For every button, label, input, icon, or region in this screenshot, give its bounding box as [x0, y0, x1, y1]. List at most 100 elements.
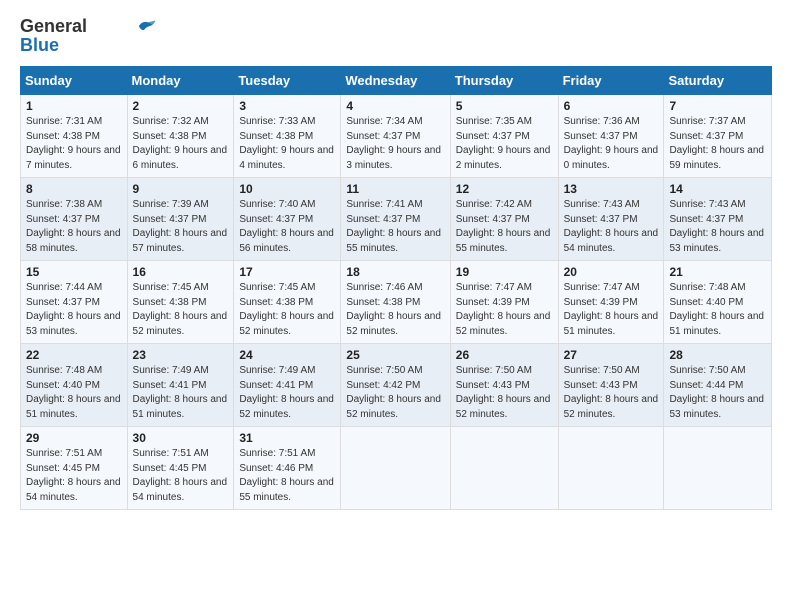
- day-number: 13: [564, 182, 659, 196]
- day-number: 6: [564, 99, 659, 113]
- day-info: Sunrise: 7:49 AMSunset: 4:41 PMDaylight:…: [239, 364, 335, 422]
- calendar-week-row: 29 Sunrise: 7:51 AMSunset: 4:45 PMDayligh…: [21, 427, 772, 510]
- day-info: Sunrise: 7:48 AMSunset: 4:40 PMDaylight:…: [26, 364, 122, 422]
- calendar-cell: 29 Sunrise: 7:51 AMSunset: 4:45 PMDayligh…: [21, 427, 128, 510]
- day-number: 12: [456, 182, 553, 196]
- calendar-cell: 28Sunrise: 7:50 AMSunset: 4:44 PMDayligh…: [664, 344, 772, 427]
- day-number: 23: [133, 348, 229, 362]
- calendar-cell: 2 Sunrise: 7:32 AMSunset: 4:38 PMDaylight…: [127, 95, 234, 178]
- day-number: 30: [133, 431, 229, 445]
- calendar-cell: 27Sunrise: 7:50 AMSunset: 4:43 PMDayligh…: [558, 344, 664, 427]
- calendar-cell: 9 Sunrise: 7:39 AMSunset: 4:37 PMDaylight…: [127, 178, 234, 261]
- logo: General Blue: [20, 16, 159, 56]
- calendar-cell: 12 Sunrise: 7:42 AMSunset: 4:37 PMDayligh…: [450, 178, 558, 261]
- calendar-week-row: 15 Sunrise: 7:44 AMSunset: 4:37 PMDayligh…: [21, 261, 772, 344]
- calendar-cell: 24Sunrise: 7:49 AMSunset: 4:41 PMDayligh…: [234, 344, 341, 427]
- day-number: 20: [564, 265, 659, 279]
- day-number: 27: [564, 348, 659, 362]
- calendar-cell: 6 Sunrise: 7:36 AMSunset: 4:37 PMDaylight…: [558, 95, 664, 178]
- day-info: Sunrise: 7:40 AMSunset: 4:37 PMDaylight:…: [239, 198, 335, 256]
- day-number: 26: [456, 348, 553, 362]
- day-info: Sunrise: 7:45 AMSunset: 4:38 PMDaylight:…: [239, 281, 335, 339]
- day-number: 11: [346, 182, 444, 196]
- calendar-cell: [450, 427, 558, 510]
- calendar-cell: 11Sunrise: 7:41 AMSunset: 4:37 PMDayligh…: [341, 178, 450, 261]
- calendar-cell: 17 Sunrise: 7:45 AMSunset: 4:38 PMDayligh…: [234, 261, 341, 344]
- day-info: Sunrise: 7:50 AMSunset: 4:43 PMDaylight:…: [456, 364, 553, 422]
- day-info: Sunrise: 7:51 AMSunset: 4:46 PMDaylight:…: [239, 447, 335, 505]
- day-number: 5: [456, 99, 553, 113]
- calendar-cell: 4 Sunrise: 7:34 AMSunset: 4:37 PMDaylight…: [341, 95, 450, 178]
- day-info: Sunrise: 7:37 AMSunset: 4:37 PMDaylight:…: [669, 115, 766, 173]
- day-number: 29: [26, 431, 122, 445]
- calendar-cell: [341, 427, 450, 510]
- day-info: Sunrise: 7:38 AMSunset: 4:37 PMDaylight:…: [26, 198, 122, 256]
- day-number: 1: [26, 99, 122, 113]
- calendar-cell: 25Sunrise: 7:50 AMSunset: 4:42 PMDayligh…: [341, 344, 450, 427]
- calendar-cell: 13Sunrise: 7:43 AMSunset: 4:37 PMDayligh…: [558, 178, 664, 261]
- day-info: Sunrise: 7:46 AMSunset: 4:38 PMDaylight:…: [346, 281, 444, 339]
- day-number: 4: [346, 99, 444, 113]
- day-number: 8: [26, 182, 122, 196]
- calendar-cell: 21 Sunrise: 7:48 AMSunset: 4:40 PMDayligh…: [664, 261, 772, 344]
- day-info: Sunrise: 7:33 AMSunset: 4:38 PMDaylight:…: [239, 115, 335, 173]
- calendar-cell: 31 Sunrise: 7:51 AMSunset: 4:46 PMDayligh…: [234, 427, 341, 510]
- calendar-cell: 19Sunrise: 7:47 AMSunset: 4:39 PMDayligh…: [450, 261, 558, 344]
- header-wednesday: Wednesday: [341, 67, 450, 95]
- day-info: Sunrise: 7:51 AMSunset: 4:45 PMDaylight:…: [133, 447, 229, 505]
- day-info: Sunrise: 7:31 AMSunset: 4:38 PMDaylight:…: [26, 115, 122, 173]
- calendar-cell: [558, 427, 664, 510]
- header-sunday: Sunday: [21, 67, 128, 95]
- calendar-cell: 23 Sunrise: 7:49 AMSunset: 4:41 PMDayligh…: [127, 344, 234, 427]
- day-number: 21: [669, 265, 766, 279]
- calendar-cell: 10 Sunrise: 7:40 AMSunset: 4:37 PMDayligh…: [234, 178, 341, 261]
- day-number: 28: [669, 348, 766, 362]
- calendar-cell: 14 Sunrise: 7:43 AMSunset: 4:37 PMDayligh…: [664, 178, 772, 261]
- calendar-cell: 3 Sunrise: 7:33 AMSunset: 4:38 PMDaylight…: [234, 95, 341, 178]
- header-friday: Friday: [558, 67, 664, 95]
- day-number: 31: [239, 431, 335, 445]
- calendar-cell: 26 Sunrise: 7:50 AMSunset: 4:43 PMDayligh…: [450, 344, 558, 427]
- day-number: 7: [669, 99, 766, 113]
- header-tuesday: Tuesday: [234, 67, 341, 95]
- calendar-cell: 1 Sunrise: 7:31 AMSunset: 4:38 PMDaylight…: [21, 95, 128, 178]
- day-info: Sunrise: 7:35 AMSunset: 4:37 PMDaylight:…: [456, 115, 553, 173]
- day-number: 22: [26, 348, 122, 362]
- calendar-cell: 22 Sunrise: 7:48 AMSunset: 4:40 PMDayligh…: [21, 344, 128, 427]
- day-number: 25: [346, 348, 444, 362]
- day-info: Sunrise: 7:42 AMSunset: 4:37 PMDaylight:…: [456, 198, 553, 256]
- calendar-cell: 5 Sunrise: 7:35 AMSunset: 4:37 PMDaylight…: [450, 95, 558, 178]
- day-number: 15: [26, 265, 122, 279]
- calendar-cell: 20 Sunrise: 7:47 AMSunset: 4:39 PMDayligh…: [558, 261, 664, 344]
- logo-bird-icon: [137, 18, 159, 34]
- day-info: Sunrise: 7:51 AMSunset: 4:45 PMDaylight:…: [26, 447, 122, 505]
- header-thursday: Thursday: [450, 67, 558, 95]
- day-number: 2: [133, 99, 229, 113]
- day-info: Sunrise: 7:43 AMSunset: 4:37 PMDaylight:…: [669, 198, 766, 256]
- day-number: 14: [669, 182, 766, 196]
- page-header: General Blue: [20, 16, 772, 56]
- calendar-cell: 18 Sunrise: 7:46 AMSunset: 4:38 PMDayligh…: [341, 261, 450, 344]
- day-number: 18: [346, 265, 444, 279]
- day-info: Sunrise: 7:47 AMSunset: 4:39 PMDaylight:…: [564, 281, 659, 339]
- day-number: 19: [456, 265, 553, 279]
- day-info: Sunrise: 7:44 AMSunset: 4:37 PMDaylight:…: [26, 281, 122, 339]
- day-info: Sunrise: 7:36 AMSunset: 4:37 PMDaylight:…: [564, 115, 659, 173]
- day-info: Sunrise: 7:34 AMSunset: 4:37 PMDaylight:…: [346, 115, 444, 173]
- calendar-cell: 15 Sunrise: 7:44 AMSunset: 4:37 PMDayligh…: [21, 261, 128, 344]
- day-number: 16: [133, 265, 229, 279]
- day-number: 10: [239, 182, 335, 196]
- day-number: 9: [133, 182, 229, 196]
- day-info: Sunrise: 7:48 AMSunset: 4:40 PMDaylight:…: [669, 281, 766, 339]
- calendar-week-row: 22 Sunrise: 7:48 AMSunset: 4:40 PMDayligh…: [21, 344, 772, 427]
- logo-text-blue: Blue: [20, 35, 59, 56]
- header-monday: Monday: [127, 67, 234, 95]
- day-info: Sunrise: 7:45 AMSunset: 4:38 PMDaylight:…: [133, 281, 229, 339]
- day-info: Sunrise: 7:39 AMSunset: 4:37 PMDaylight:…: [133, 198, 229, 256]
- day-number: 17: [239, 265, 335, 279]
- day-info: Sunrise: 7:32 AMSunset: 4:38 PMDaylight:…: [133, 115, 229, 173]
- calendar-header-row: SundayMondayTuesdayWednesdayThursdayFrid…: [21, 67, 772, 95]
- day-info: Sunrise: 7:49 AMSunset: 4:41 PMDaylight:…: [133, 364, 229, 422]
- logo-text-general: General: [20, 16, 87, 37]
- day-number: 3: [239, 99, 335, 113]
